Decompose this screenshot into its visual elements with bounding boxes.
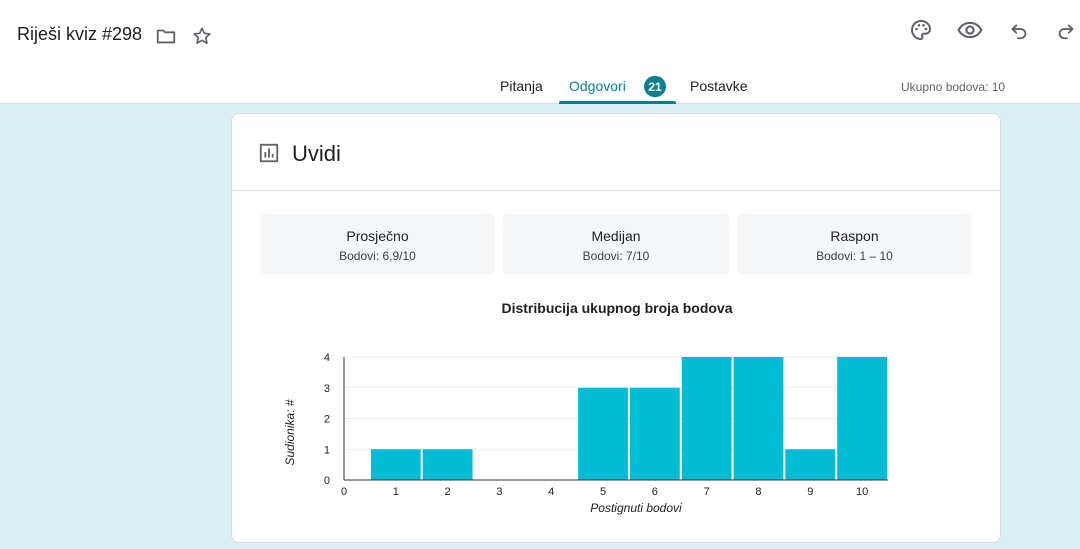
x-tick-label: 4 <box>548 486 554 498</box>
tab-settings[interactable]: Postavke <box>690 78 748 94</box>
x-tick-label: 7 <box>704 486 710 498</box>
x-tick-label: 3 <box>496 486 502 498</box>
x-tick-label: 1 <box>393 486 399 498</box>
y-tick-label: 0 <box>324 475 330 487</box>
tab-questions[interactable]: Pitanja <box>500 78 543 94</box>
bar-8 <box>733 357 784 480</box>
y-tick-label: 1 <box>324 444 330 456</box>
x-tick-label: 10 <box>856 486 868 498</box>
bar-1 <box>370 449 421 480</box>
x-tick-label: 2 <box>445 486 451 498</box>
preview-eye-icon[interactable] <box>956 16 984 44</box>
folder-icon[interactable] <box>154 24 178 48</box>
top-bar: Riješi kviz #298 Pitanja Odgovori 21 Pos… <box>0 0 1080 104</box>
bar-5 <box>578 387 628 480</box>
y-tick-label: 4 <box>324 352 330 364</box>
form-title[interactable]: Riješi kviz #298 <box>17 24 142 45</box>
bar-7 <box>681 357 732 480</box>
bar-6 <box>629 387 680 480</box>
x-axis-title: Postignuti bodovi <box>590 501 682 515</box>
x-tick-label: 5 <box>600 486 606 498</box>
star-icon[interactable] <box>190 24 214 48</box>
undo-icon[interactable] <box>1005 16 1033 44</box>
tab-responses[interactable]: Odgovori <box>569 78 626 94</box>
y-axis-title: Sudionika: # <box>283 399 297 465</box>
score-distribution-chart: 0 1 2 3 4 0 1 2 3 4 5 6 7 8 9 10 Postignuti bodovi Sudion… <box>283 352 888 515</box>
bar-9 <box>785 449 836 480</box>
x-tick-label: 8 <box>755 486 761 498</box>
palette-icon[interactable] <box>907 16 935 44</box>
redo-icon[interactable] <box>1052 16 1080 44</box>
responses-count-badge: 21 <box>644 76 666 97</box>
y-tick-label: 3 <box>324 383 330 395</box>
total-points-label: Ukupno bodova: 10 <box>901 80 1006 94</box>
x-tick-label: 0 <box>341 486 347 498</box>
bar-10 <box>837 357 887 480</box>
bar-2 <box>422 449 473 480</box>
insights-card: Uvidi Prosječno Bodovi: 6,9/10 Medijan B… <box>231 113 1001 543</box>
x-tick-label: 6 <box>652 486 658 498</box>
y-tick-label: 2 <box>324 414 330 426</box>
x-tick-label: 9 <box>807 486 813 498</box>
active-tab-indicator <box>559 101 676 104</box>
